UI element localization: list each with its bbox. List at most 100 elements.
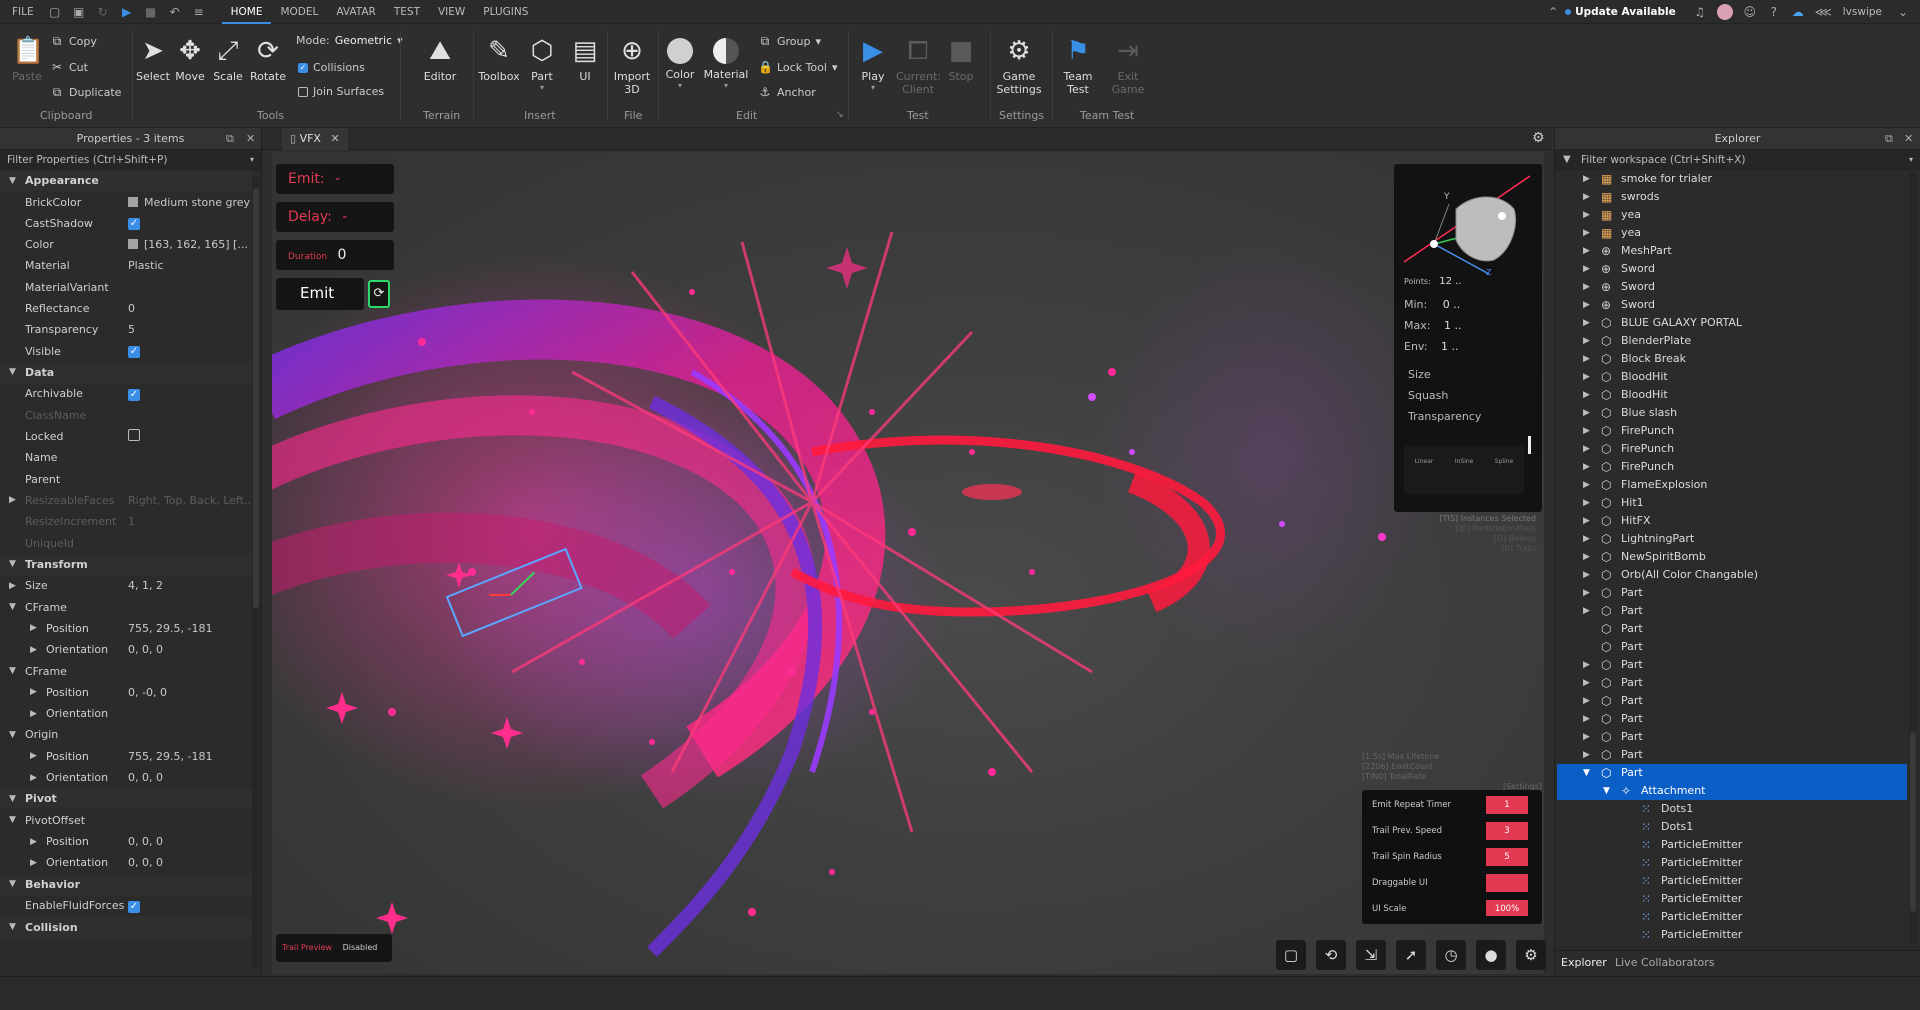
explorer-item[interactable]: ▼ ✧ Attachment [1557, 782, 1907, 800]
env-row[interactable]: Env: 1 .. [1404, 340, 1459, 353]
expand-arrow-icon[interactable]: ▶ [1583, 224, 1590, 242]
new-file-icon[interactable]: ▢ [48, 5, 62, 19]
expand-arrow-icon[interactable]: ▶ [30, 623, 37, 633]
explorer-item[interactable]: ▶ ▦ yea [1557, 224, 1907, 242]
lock-tool-button[interactable]: 🔒 Lock Tool ▾ [758, 60, 837, 74]
menu-tab-test[interactable]: TEST [385, 0, 429, 24]
property-value[interactable]: 0, 0, 0 [128, 835, 163, 848]
team-test-button[interactable]: ⚑ Team Test [1058, 36, 1098, 96]
cloud-icon[interactable]: ☁ [1791, 5, 1805, 19]
property-row[interactable]: ▼ Origin [0, 724, 252, 745]
tab-vfx[interactable]: ▯ VFX ✕ [282, 128, 348, 150]
scrollbar-thumb[interactable] [253, 188, 259, 608]
property-row[interactable]: Archivable ✓ [0, 383, 252, 404]
expand-arrow-icon[interactable]: ▶ [1583, 242, 1590, 260]
menu-tab-home[interactable]: HOME [221, 0, 272, 24]
explorer-item[interactable]: ▶ ⬡ Part [1557, 674, 1907, 692]
explorer-item[interactable]: ⁙ ParticleEmitter [1557, 926, 1907, 944]
explorer-item[interactable]: ⁙ Dots1 [1557, 818, 1907, 836]
group-button[interactable]: ⧉ Group ▾ [758, 34, 821, 48]
expand-arrow-icon[interactable]: ▶ [30, 751, 37, 761]
property-row[interactable]: Locked [0, 426, 252, 447]
expand-arrow-icon[interactable]: ▶ [30, 858, 37, 868]
collapse-ribbon-icon[interactable]: ⌃ [1546, 5, 1560, 19]
property-row[interactable]: Reflectance 0 [0, 298, 252, 319]
collapse-arrow-icon[interactable]: ▼ [9, 879, 16, 889]
property-row[interactable]: ▶ Position 0, -0, 0 [0, 682, 252, 703]
explorer-item[interactable]: ▶ ⬡ NewSpiritBomb [1557, 548, 1907, 566]
exit-game-button[interactable]: ⇥ Exit Game [1108, 36, 1148, 96]
checkbox[interactable]: ✓ [128, 388, 140, 401]
property-row[interactable]: Visible ✓ [0, 341, 252, 362]
explorer-item[interactable]: ⁙ ParticleEmitter [1557, 908, 1907, 926]
toolbox-button[interactable]: ✎ Toolbox [476, 36, 522, 83]
more-icon[interactable]: ≡ [192, 5, 206, 19]
menu-tab-avatar[interactable]: AVATAR [327, 0, 384, 24]
play-button[interactable]: ▶ Play ▾ [856, 36, 890, 92]
expand-arrow-icon[interactable]: ▶ [1583, 206, 1590, 224]
rotate-tool-button[interactable]: ⟳ Rotate [249, 36, 287, 83]
explorer-item[interactable]: ▶ ⬡ Part [1557, 602, 1907, 620]
explorer-item[interactable]: ⬡ Part [1557, 638, 1907, 656]
anchor-button[interactable]: ⚓ Anchor [758, 85, 816, 99]
expand-arrow-icon[interactable]: ▶ [1583, 440, 1590, 458]
checkbox[interactable]: ✓ [128, 218, 140, 231]
property-value[interactable]: 0, 0, 0 [128, 643, 163, 656]
properties-scrollbar[interactable] [252, 178, 260, 968]
terrain-editor-button[interactable]: ⛰ Editor [420, 36, 460, 83]
play-icon[interactable]: ▶ [120, 5, 134, 19]
loop-icon[interactable]: ⟲ [1316, 940, 1346, 970]
explorer-item[interactable]: ▶ ⬡ FirePunch [1557, 440, 1907, 458]
expand-arrow-icon[interactable]: ▶ [1583, 404, 1590, 422]
expand-arrow-icon[interactable]: ▶ [30, 645, 37, 655]
circle-icon[interactable]: ● [1476, 940, 1506, 970]
easing-insine[interactable]: InSine [1455, 458, 1474, 494]
property-row[interactable]: ▼ CFrame [0, 597, 252, 618]
undock-icon[interactable]: ⧉ [226, 128, 234, 150]
draggable-ui-row[interactable]: Draggable UI [1372, 872, 1532, 894]
expand-arrow-icon[interactable]: ▶ [1583, 566, 1590, 584]
explorer-item[interactable]: ▶ ⬡ Block Break [1557, 350, 1907, 368]
property-value[interactable]: [163, 162, 165] [... [128, 238, 248, 251]
undo-icon[interactable]: ↶ [168, 5, 182, 19]
points-row[interactable]: Points: 12 .. [1404, 276, 1462, 287]
property-row[interactable]: Parent [0, 469, 252, 490]
property-section[interactable]: ▼ Transform [0, 553, 252, 575]
rotation-gizmo[interactable] [1394, 164, 1542, 274]
expand-arrow-icon[interactable]: ▶ [1583, 584, 1590, 602]
menu-tab-view[interactable]: VIEW [429, 0, 474, 24]
current-client-button[interactable]: ⧠ Current: Client [896, 36, 941, 96]
notification-icon[interactable]: ♫ [1693, 5, 1707, 19]
collapse-arrow-icon[interactable]: ▼ [9, 559, 16, 569]
explorer-item[interactable]: ▶ ⬡ BlenderPlate [1557, 332, 1907, 350]
ui-scale-row[interactable]: UI Scale 100% [1372, 898, 1532, 916]
expand-arrow-icon[interactable]: ▶ [1583, 656, 1590, 674]
expand-arrow-icon[interactable]: ▶ [1583, 458, 1590, 476]
curve-prop-transparency[interactable]: Transparency [1408, 410, 1481, 423]
property-value[interactable]: 0, 0, 0 [128, 771, 163, 784]
collapse-arrow-icon[interactable]: ▼ [9, 794, 16, 804]
expand-arrow-icon[interactable]: ▶ [30, 687, 37, 697]
property-section[interactable]: ▼ Collision [0, 916, 252, 938]
menu-file[interactable]: FILE [0, 0, 43, 24]
explorer-item[interactable]: ▶ ⊕ MeshPart [1557, 242, 1907, 260]
property-row[interactable]: EnableFluidForces ✓ [0, 895, 252, 916]
move-tool-button[interactable]: ✥ Move [173, 36, 207, 83]
help-icon[interactable]: ? [1767, 5, 1781, 19]
select-tool-button[interactable]: ➤ Select [136, 36, 170, 83]
emit-repeat-timer-row[interactable]: Emit Repeat Timer 1 [1372, 794, 1532, 816]
close-icon[interactable]: ✕ [246, 128, 255, 150]
expand-arrow-icon[interactable]: ▶ [1583, 728, 1590, 746]
tweak-value[interactable]: 5 [1486, 848, 1528, 866]
property-row[interactable]: ▶ ResizeableFaces Right, Top, Back, Left..… [0, 490, 254, 511]
trail-preview-toggle[interactable]: Trail Preview Disabled [276, 934, 392, 962]
collapse-arrow-icon[interactable]: ▼ [1583, 764, 1590, 782]
expand-arrow-icon[interactable]: ▶ [1583, 602, 1590, 620]
property-row[interactable]: ▶ Orientation [0, 703, 252, 724]
explorer-item[interactable]: ▶ ⬡ FirePunch [1557, 458, 1907, 476]
part-button[interactable]: ⬡ Part ▾ [526, 36, 558, 92]
explorer-item[interactable]: ▶ ⬡ BloodHit [1557, 386, 1907, 404]
explorer-item[interactable]: ▶ ⬡ BLUE GALAXY PORTAL [1557, 314, 1907, 332]
property-value[interactable]: 0 [128, 302, 135, 315]
join-surfaces-toggle[interactable]: Join Surfaces [298, 85, 384, 98]
